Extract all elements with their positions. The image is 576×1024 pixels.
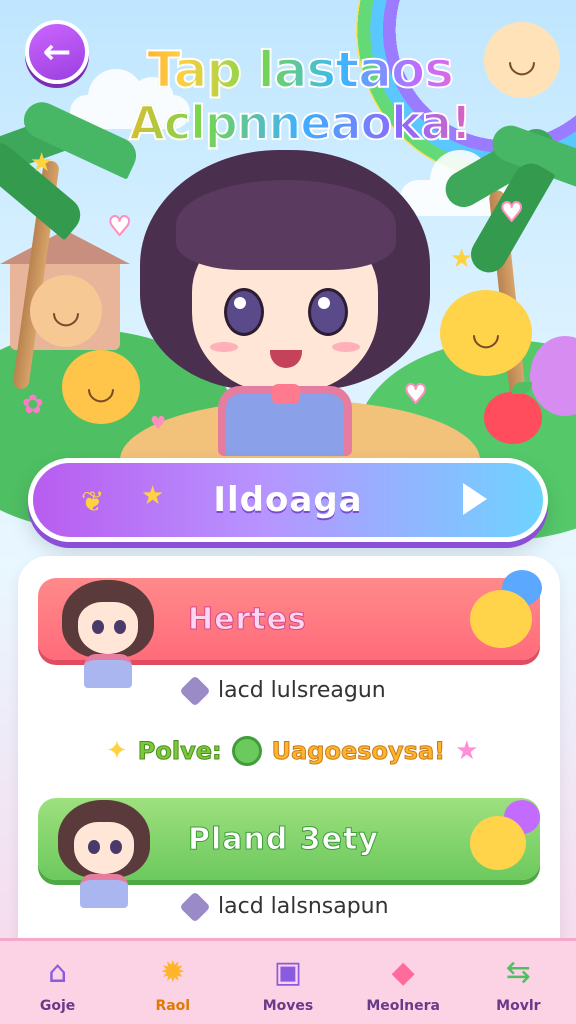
- card-title: Hertes: [188, 601, 307, 637]
- nav-label: Meolnera: [366, 997, 440, 1014]
- nav-item-moves[interactable]: ▣ Moves: [238, 952, 338, 1014]
- character-avatar: [58, 800, 150, 910]
- reward-label: Polve:: [137, 737, 222, 766]
- start-button[interactable]: ❦ ★ Ildoaga: [28, 458, 548, 542]
- nav-label: Raol: [155, 997, 191, 1014]
- nav-item-movlr[interactable]: ⇆ Movlr: [468, 952, 568, 1014]
- star-icon: ★: [450, 244, 474, 274]
- card-info-1: lacd lulsreagun: [179, 674, 386, 707]
- smiley-sticker-icon: [470, 590, 532, 648]
- star-icon: ★: [30, 148, 54, 178]
- card-info-2: lacd lalsnsapun: [179, 890, 389, 923]
- back-button[interactable]: ←: [25, 20, 89, 84]
- nav-item-meolnera[interactable]: ◆ Meolnera: [353, 952, 453, 1014]
- home-icon: ⌂: [48, 955, 68, 990]
- nav-item-raol[interactable]: ✹ Raol: [123, 952, 223, 1014]
- nav-item-home[interactable]: ⌂ Goje: [8, 952, 108, 1014]
- title-line-2: Aclpnneaoka!: [100, 97, 500, 148]
- smiley-bubble-icon: ◡: [440, 290, 532, 376]
- leaf-coin-icon: [231, 736, 262, 766]
- bell-icon: ◆: [391, 955, 415, 990]
- reward-row: ✦ Polve: Uagoesoysa! ★: [106, 736, 478, 766]
- card-info-text: lacd lalsnsapun: [218, 894, 389, 919]
- card-icon: ▣: [273, 955, 303, 990]
- main-character: [140, 150, 430, 456]
- sparkle-icon: [179, 890, 211, 923]
- heart-icon: ♥: [107, 212, 132, 242]
- bottom-nav: ⌂ Goje ✹ Raol ▣ Moves ◆ Meolnera ⇆ Movlr: [0, 938, 576, 1024]
- nav-label: Moves: [262, 997, 314, 1014]
- title-line-1: Tap lastaos: [100, 43, 500, 97]
- card-info-text: lacd lulsreagun: [218, 678, 386, 703]
- nav-label: Movlr: [496, 997, 541, 1014]
- card-title: Pland 3ety: [188, 821, 379, 857]
- sparkle-icon: [179, 674, 211, 707]
- apple-icon: [484, 382, 542, 444]
- character-avatar: [62, 580, 154, 690]
- nav-label: Goje: [39, 997, 76, 1014]
- play-icon: [463, 483, 487, 515]
- swap-icon: ⇆: [505, 955, 531, 990]
- star-icon: ✦: [106, 736, 128, 766]
- gear-icon: ✹: [160, 955, 186, 990]
- star-sticker-icon: [470, 816, 526, 870]
- reward-value: Uagoesoysa!: [271, 737, 446, 766]
- star-icon: ★: [455, 736, 479, 766]
- smiley-cookie-icon: ◡: [30, 275, 102, 347]
- content-panel: Hertes lacd lulsreagun ✦ Polve: Uagoesoy…: [22, 560, 556, 960]
- arrow-left-icon: ←: [42, 32, 72, 72]
- flower-icon: ✿: [22, 390, 44, 420]
- heart-icon: ♥: [499, 198, 524, 228]
- game-title: Tap lastaos Aclpnneaoka!: [100, 43, 500, 148]
- smiley-bubble-icon: ◡: [62, 350, 140, 424]
